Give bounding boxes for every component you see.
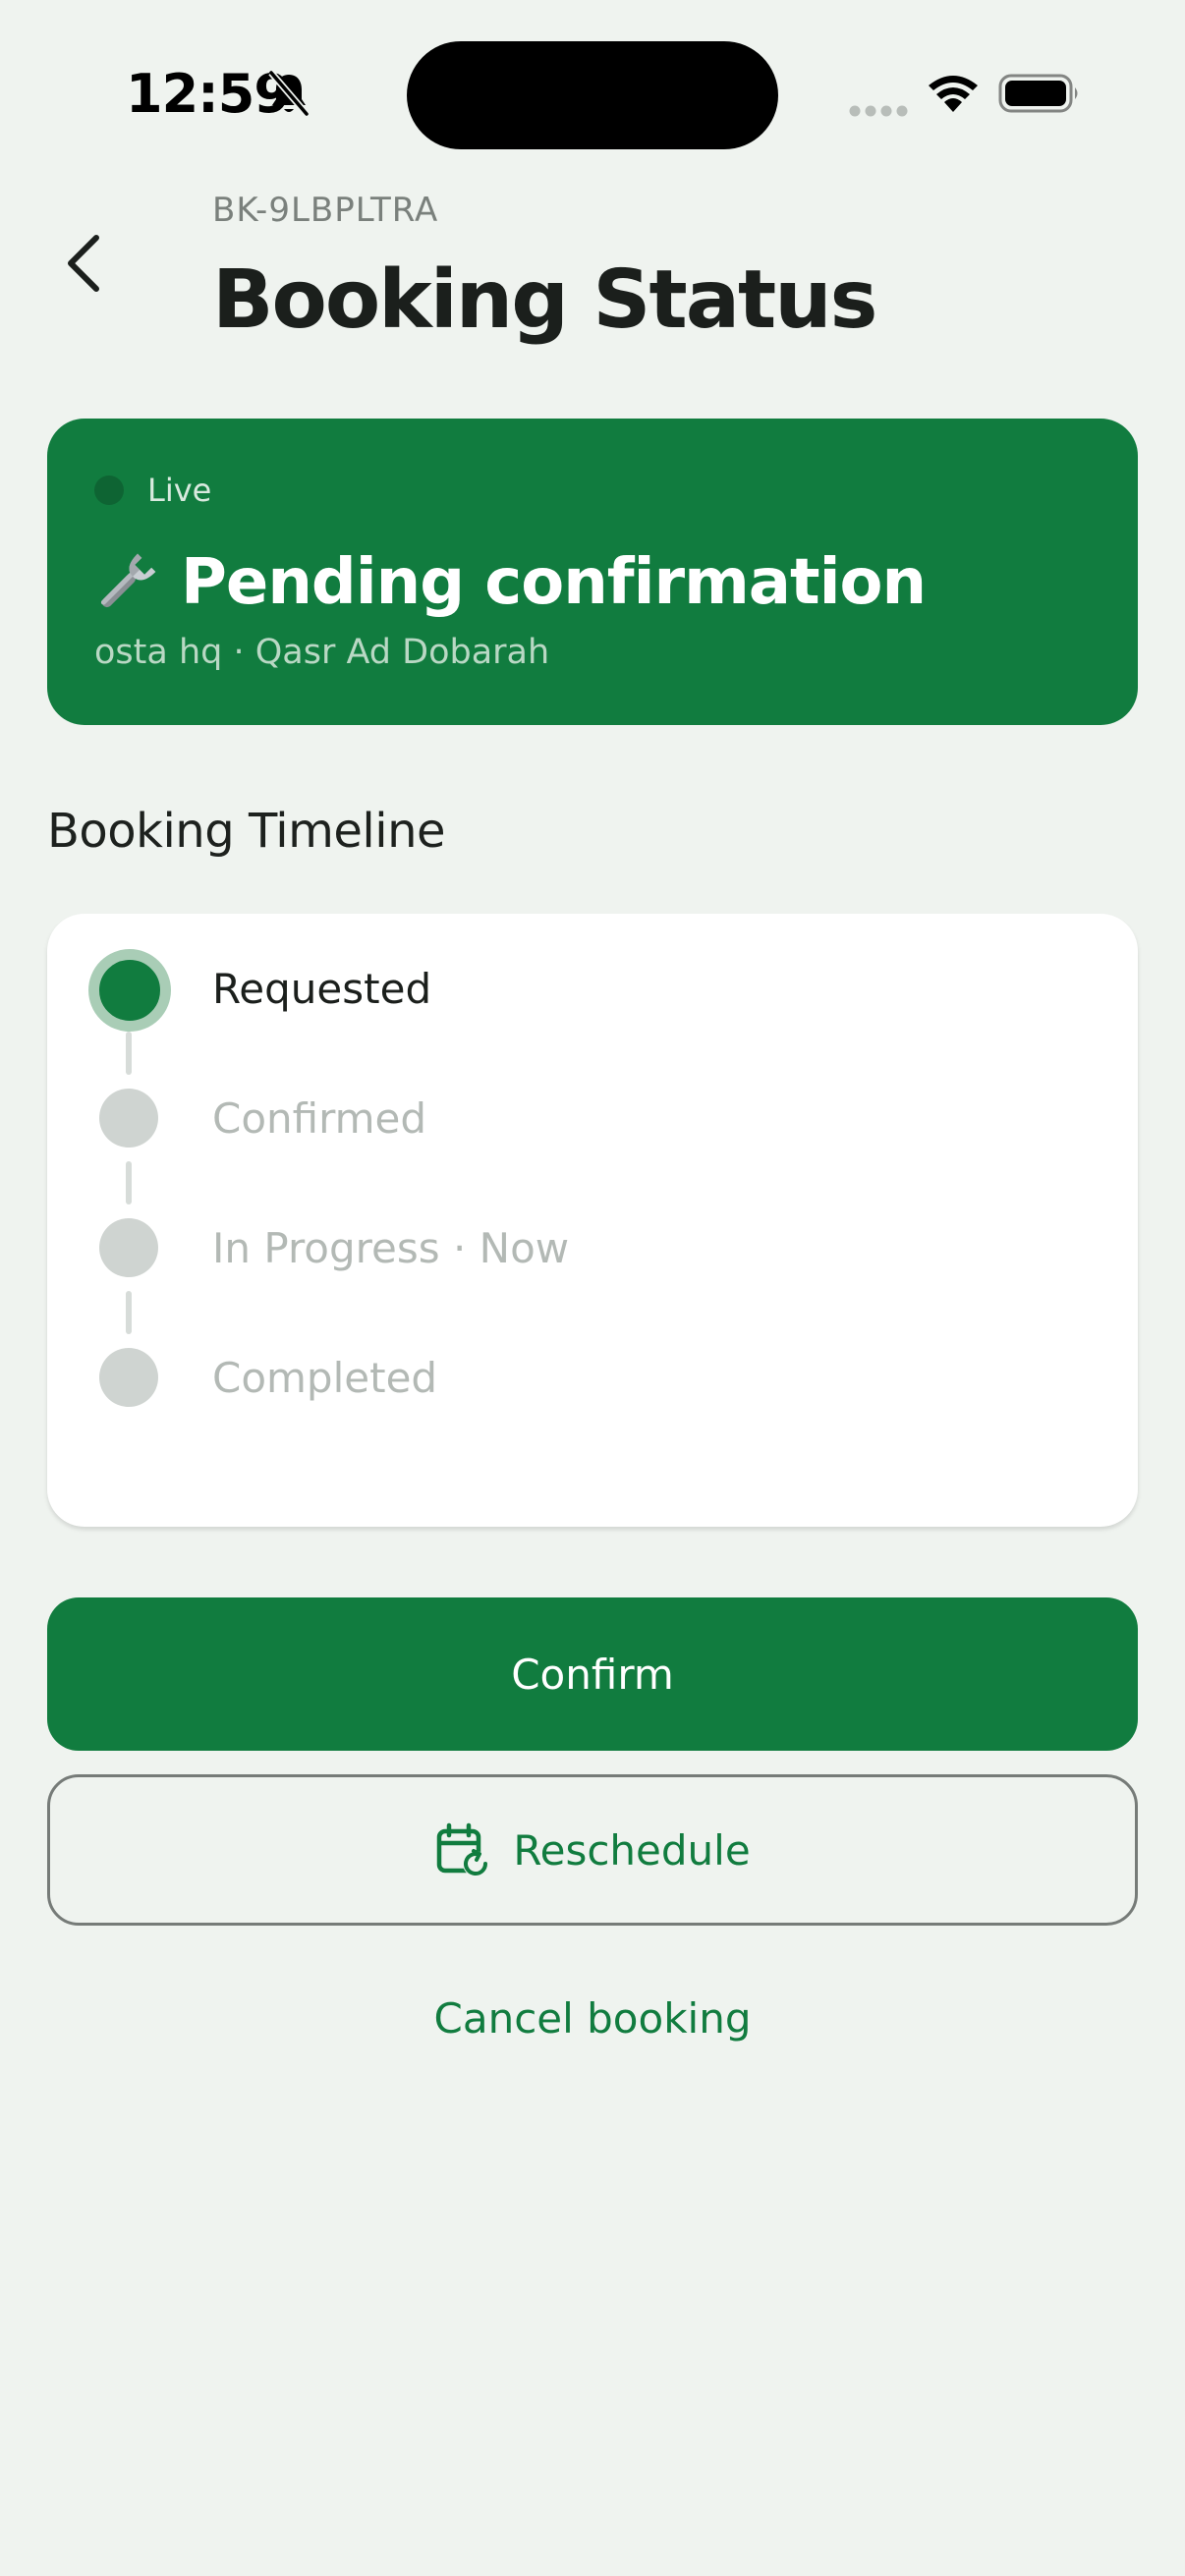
timeline-step-dot-requested: [88, 949, 171, 1032]
calendar-reschedule-icon: [437, 1822, 489, 1876]
chevron-left-icon: [68, 235, 99, 292]
timeline-step-label-in-progress: In Progress · Now: [212, 1224, 570, 1272]
wifi-icon: [929, 76, 978, 112]
confirm-button[interactable]: Confirm: [47, 1597, 1138, 1751]
battery-icon: [998, 74, 1078, 113]
status-title: Pending confirmation: [181, 546, 927, 619]
live-indicator-dot: [94, 476, 124, 505]
dynamic-island: [407, 41, 778, 149]
timeline-connector: [126, 1032, 132, 1075]
bell-muted-icon: [268, 70, 310, 117]
signal-icon: [849, 105, 908, 117]
booking-reference: BK-9LBPLTRA: [212, 191, 439, 230]
booking-status-screen: 12:59 BK-9LBPLTRA Booking Status Live Pe…: [0, 0, 1185, 2576]
timeline-step-dot-confirmed: [99, 1089, 158, 1148]
timeline-step-label-confirmed: Confirmed: [212, 1094, 427, 1143]
status-card: Live Pending confirmation osta hq · Qasr…: [47, 419, 1138, 725]
cancel-booking-link[interactable]: Cancel booking: [0, 1994, 1185, 2043]
timeline-step-label-requested: Requested: [212, 965, 432, 1013]
status-subtitle: osta hq · Qasr Ad Dobarah: [94, 633, 550, 672]
wrench-icon: [100, 553, 156, 608]
status-bar: 12:59: [0, 0, 1185, 187]
timeline-card: Requested Confirmed In Progress · Now Co…: [47, 914, 1138, 1527]
timeline-section-title: Booking Timeline: [47, 804, 446, 859]
timeline-step-dot-completed: [99, 1348, 158, 1407]
timeline-step-label-completed: Completed: [212, 1354, 438, 1402]
timeline-connector: [126, 1161, 132, 1204]
page-title: Booking Status: [212, 253, 877, 347]
reschedule-button[interactable]: Reschedule: [47, 1774, 1138, 1926]
status-time: 12:59: [126, 63, 291, 125]
back-button[interactable]: [51, 222, 114, 305]
reschedule-label: Reschedule: [513, 1825, 751, 1875]
live-label: Live: [147, 472, 212, 509]
timeline-step-dot-in-progress: [99, 1218, 158, 1277]
timeline-connector: [126, 1291, 132, 1334]
